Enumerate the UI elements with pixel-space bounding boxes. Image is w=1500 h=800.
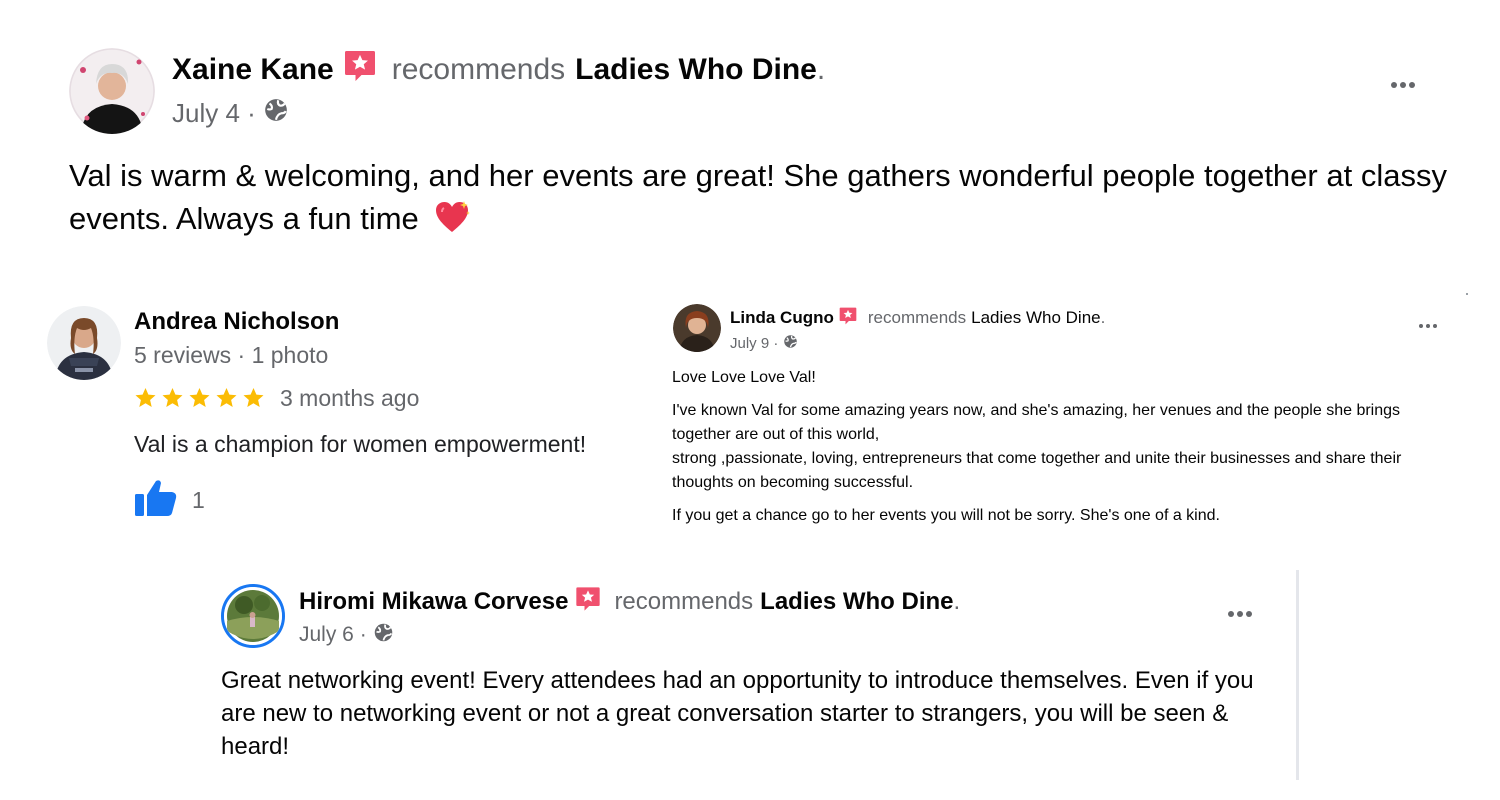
thumbs-up-icon[interactable] (134, 478, 178, 523)
avatar[interactable] (69, 48, 155, 134)
star-icon (135, 388, 156, 407)
recommends-label: recommends (867, 308, 967, 327)
separator: · (353, 623, 373, 646)
more-options-icon[interactable] (1419, 324, 1437, 328)
reviewer-name[interactable]: Andrea Nicholson (134, 307, 339, 337)
post-header: Linda Cugno recommends Ladies Who Dine . (730, 306, 1105, 330)
post-line: Love Love Love Val! (672, 369, 816, 386)
recommend-badge-icon (574, 585, 602, 620)
globe-icon (263, 97, 289, 130)
avatar-image (224, 587, 282, 645)
review-text: Val is a champion for women empowerment! (134, 431, 587, 457)
post-text: Love Love Love Val! I've known Val for s… (672, 366, 1442, 528)
post-header: Xaine Kane recommends Ladies Who Dine . (172, 50, 825, 90)
post-xaine-kane: Xaine Kane recommends Ladies Who Dine . … (0, 0, 1500, 260)
post-body: Val is warm & welcoming, and her events … (69, 158, 1447, 236)
avatar[interactable] (47, 306, 121, 380)
post-paragraph: strong ,passionate, loving, entrepreneur… (672, 450, 1402, 491)
post-hiromi-corvese: Hiromi Mikawa Corvese recommends Ladies … (200, 565, 1300, 785)
avatar-image (69, 48, 155, 134)
page-name[interactable]: Ladies Who Dine (575, 53, 817, 87)
post-paragraph: If you get a chance go to her events you… (672, 507, 1220, 524)
author-name[interactable]: Linda Cugno (730, 308, 834, 328)
author-name[interactable]: Hiromi Mikawa Corvese (299, 588, 568, 616)
post-text: Great networking event! Every attendees … (221, 667, 1254, 760)
separator: · (769, 334, 783, 352)
star-rating (133, 386, 266, 410)
period: . (953, 588, 961, 615)
post-paragraph: I've known Val for some amazing years no… (672, 402, 1401, 443)
more-options-icon[interactable] (1228, 611, 1252, 617)
post-meta: July 6 · (299, 621, 394, 649)
post-text: Val is warm & welcoming, and her events … (69, 154, 1469, 246)
recommend-badge-icon (342, 48, 378, 92)
page-name[interactable]: Ladies Who Dine (760, 588, 953, 616)
rating-row: 3 months ago (133, 382, 419, 414)
post-meta: July 9 · (730, 333, 798, 353)
recommend-badge-icon (838, 306, 858, 331)
card-border (1296, 570, 1299, 780)
star-icon (162, 388, 183, 407)
avatar-image (673, 304, 721, 352)
post-linda-cugno: Linda Cugno recommends Ladies Who Dine .… (660, 290, 1460, 540)
post-meta: July 4 · (172, 96, 289, 130)
avatar[interactable] (221, 584, 285, 648)
post-header: Hiromi Mikawa Corvese recommends Ladies … (299, 585, 960, 619)
avatar-image (47, 306, 121, 380)
divider-dot (1466, 293, 1468, 295)
period: . (816, 53, 826, 86)
period: . (1100, 308, 1106, 327)
star-icon (243, 388, 264, 407)
like-row: 1 (134, 478, 205, 523)
more-options-icon[interactable] (1391, 82, 1415, 88)
post-date[interactable]: July 4 (172, 98, 240, 129)
star-icon (189, 388, 210, 407)
reviewer-meta[interactable]: 5 reviews · 1 photo (134, 340, 328, 370)
avatar[interactable] (673, 304, 721, 352)
recommends-label: recommends (614, 588, 754, 615)
author-name[interactable]: Xaine Kane (172, 53, 334, 87)
post-date[interactable]: July 6 (299, 623, 354, 647)
recommends-label: recommends (391, 53, 566, 86)
globe-icon (373, 622, 394, 649)
like-count: 1 (192, 486, 205, 513)
globe-icon (783, 334, 798, 353)
post-date[interactable]: July 9 (730, 335, 769, 352)
google-review: Andrea Nicholson 5 reviews · 1 photo 3 m… (0, 290, 660, 540)
review-time: 3 months ago (280, 384, 420, 411)
separator: · (239, 97, 264, 128)
page-name[interactable]: Ladies Who Dine (971, 308, 1100, 328)
sparkling-heart-icon (433, 199, 471, 246)
star-icon (216, 388, 237, 407)
